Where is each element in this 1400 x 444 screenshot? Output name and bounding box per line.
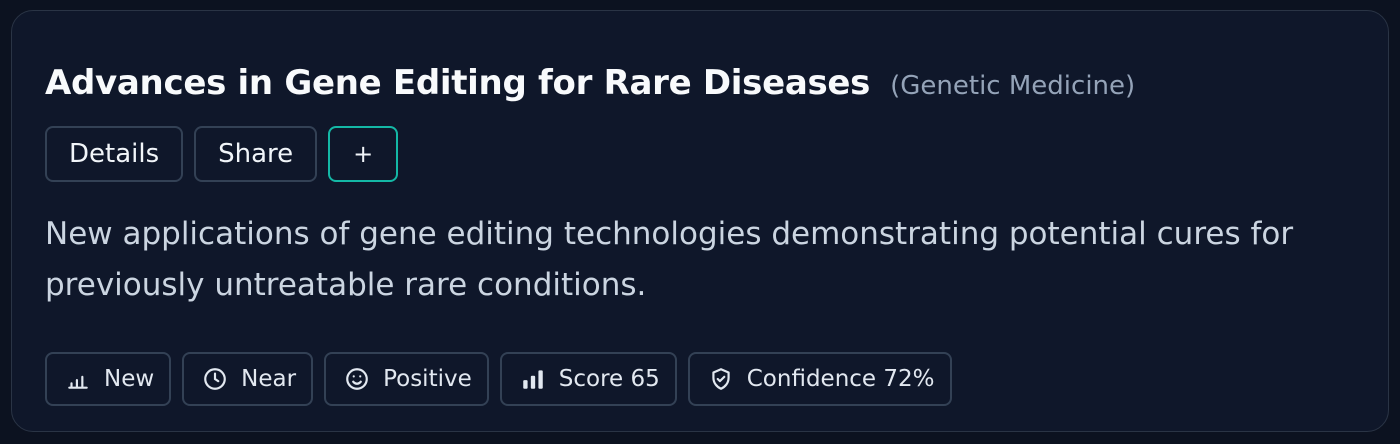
shield-check-icon	[712, 368, 730, 390]
clock-icon	[204, 368, 227, 390]
news-card: Advances in Gene Editing for Rare Diseas…	[11, 10, 1389, 432]
badge-label: Near	[241, 366, 297, 392]
share-button[interactable]: Share	[194, 126, 318, 182]
bar-chart-low-icon	[68, 375, 88, 389]
category-label: (Genetic Medicine)	[890, 71, 1136, 101]
badge-confidence: Confidence 72%	[687, 352, 952, 406]
badge-near: Near	[182, 352, 314, 406]
action-buttons: Details Share +	[45, 126, 399, 182]
badge-row: New Near Positive Score 65 Confidence 72…	[45, 352, 952, 406]
badge-label: Positive	[383, 366, 472, 392]
badge-label: Confidence 72%	[746, 366, 935, 392]
card-title: Advances in Gene Editing for Rare Diseas…	[45, 63, 871, 103]
smile-icon	[346, 368, 368, 390]
add-button[interactable]: +	[328, 126, 399, 182]
card-description: New applications of gene editing technol…	[45, 216, 1294, 303]
badge-label: New	[104, 366, 155, 392]
bar-chart-icon	[523, 370, 543, 389]
badge-new: New	[45, 352, 172, 406]
badge-label: Score 65	[558, 366, 660, 392]
details-button[interactable]: Details	[45, 126, 184, 182]
badge-positive: Positive	[324, 352, 489, 406]
badge-score: Score 65	[499, 352, 677, 406]
title-row: Advances in Gene Editing for Rare Diseas…	[45, 63, 1135, 103]
